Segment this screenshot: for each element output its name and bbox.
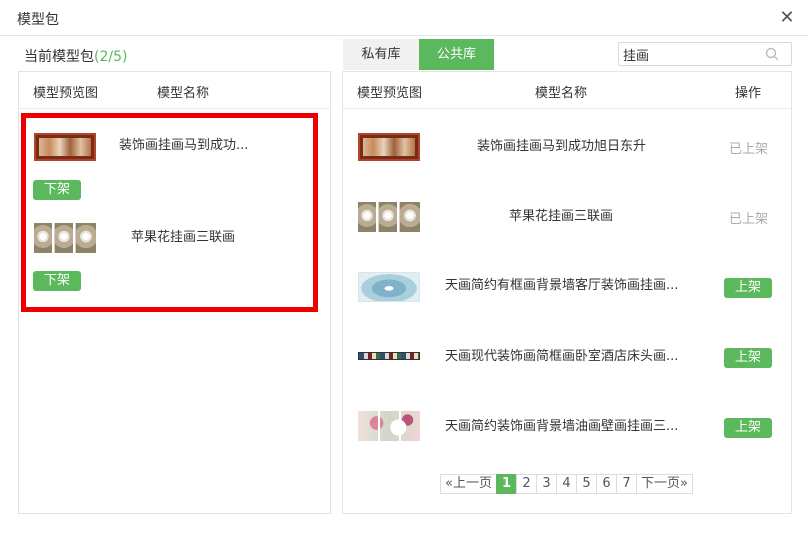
column-preview: 模型预览图: [357, 86, 423, 101]
model-thumbnail: [358, 349, 420, 363]
tab-public-library[interactable]: 公共库: [419, 39, 494, 70]
model-thumbnail: [358, 411, 420, 441]
next-page-button[interactable]: 下一页»: [635, 474, 693, 494]
listed-status: 已上架: [729, 142, 769, 157]
prev-page-button[interactable]: «上一页: [440, 474, 497, 494]
model-name: 装饰画挂画马到成功旭日东升: [477, 139, 647, 154]
page-button-2[interactable]: 2: [515, 474, 537, 494]
dialog-title: 模型包: [17, 12, 59, 28]
column-action: 操作: [735, 86, 762, 101]
column-preview: 模型预览图: [33, 86, 99, 101]
listed-status: 已上架: [729, 212, 769, 227]
left-table-header: 模型预览图 模型名称: [19, 72, 330, 109]
model-thumbnail: [358, 202, 420, 232]
page-button-6[interactable]: 6: [595, 474, 617, 494]
highlight-box: [21, 113, 318, 312]
right-table-header: 模型预览图 模型名称 操作: [343, 72, 791, 109]
list-button[interactable]: 上架: [724, 348, 772, 368]
search-icon[interactable]: [765, 47, 779, 61]
model-thumbnail: [358, 133, 420, 161]
column-name: 模型名称: [157, 86, 210, 101]
close-icon[interactable]: ✕: [778, 9, 796, 27]
model-name: 天画简约有框画背景墙客厅装饰画挂画...: [445, 278, 679, 293]
current-package-count: (2/5): [94, 49, 128, 65]
dialog-titlebar: 模型包 ✕: [0, 0, 808, 36]
pagination: «上一页 1 2 3 4 5 6 7 下一页»: [440, 474, 693, 494]
column-name: 模型名称: [535, 86, 588, 101]
page-button-3[interactable]: 3: [535, 474, 557, 494]
model-name: 苹果花挂画三联画: [509, 209, 614, 224]
model-name: 天画简约装饰画背景墙油画壁画挂画三...: [445, 419, 679, 434]
list-button[interactable]: 上架: [724, 418, 772, 438]
model-name: 天画现代装饰画简框画卧室酒店床头画...: [445, 349, 679, 364]
search-box[interactable]: [618, 42, 792, 66]
tab-private-library[interactable]: 私有库: [343, 39, 419, 70]
search-input[interactable]: [623, 45, 763, 63]
page-button-4[interactable]: 4: [555, 474, 577, 494]
page-button-1[interactable]: 1: [495, 474, 517, 494]
list-button[interactable]: 上架: [724, 278, 772, 298]
current-package-label: 当前模型包: [24, 49, 94, 65]
page-button-7[interactable]: 7: [615, 474, 637, 494]
model-thumbnail: [358, 272, 420, 302]
current-package-heading: 当前模型包(2/5): [24, 46, 127, 66]
page-button-5[interactable]: 5: [575, 474, 597, 494]
